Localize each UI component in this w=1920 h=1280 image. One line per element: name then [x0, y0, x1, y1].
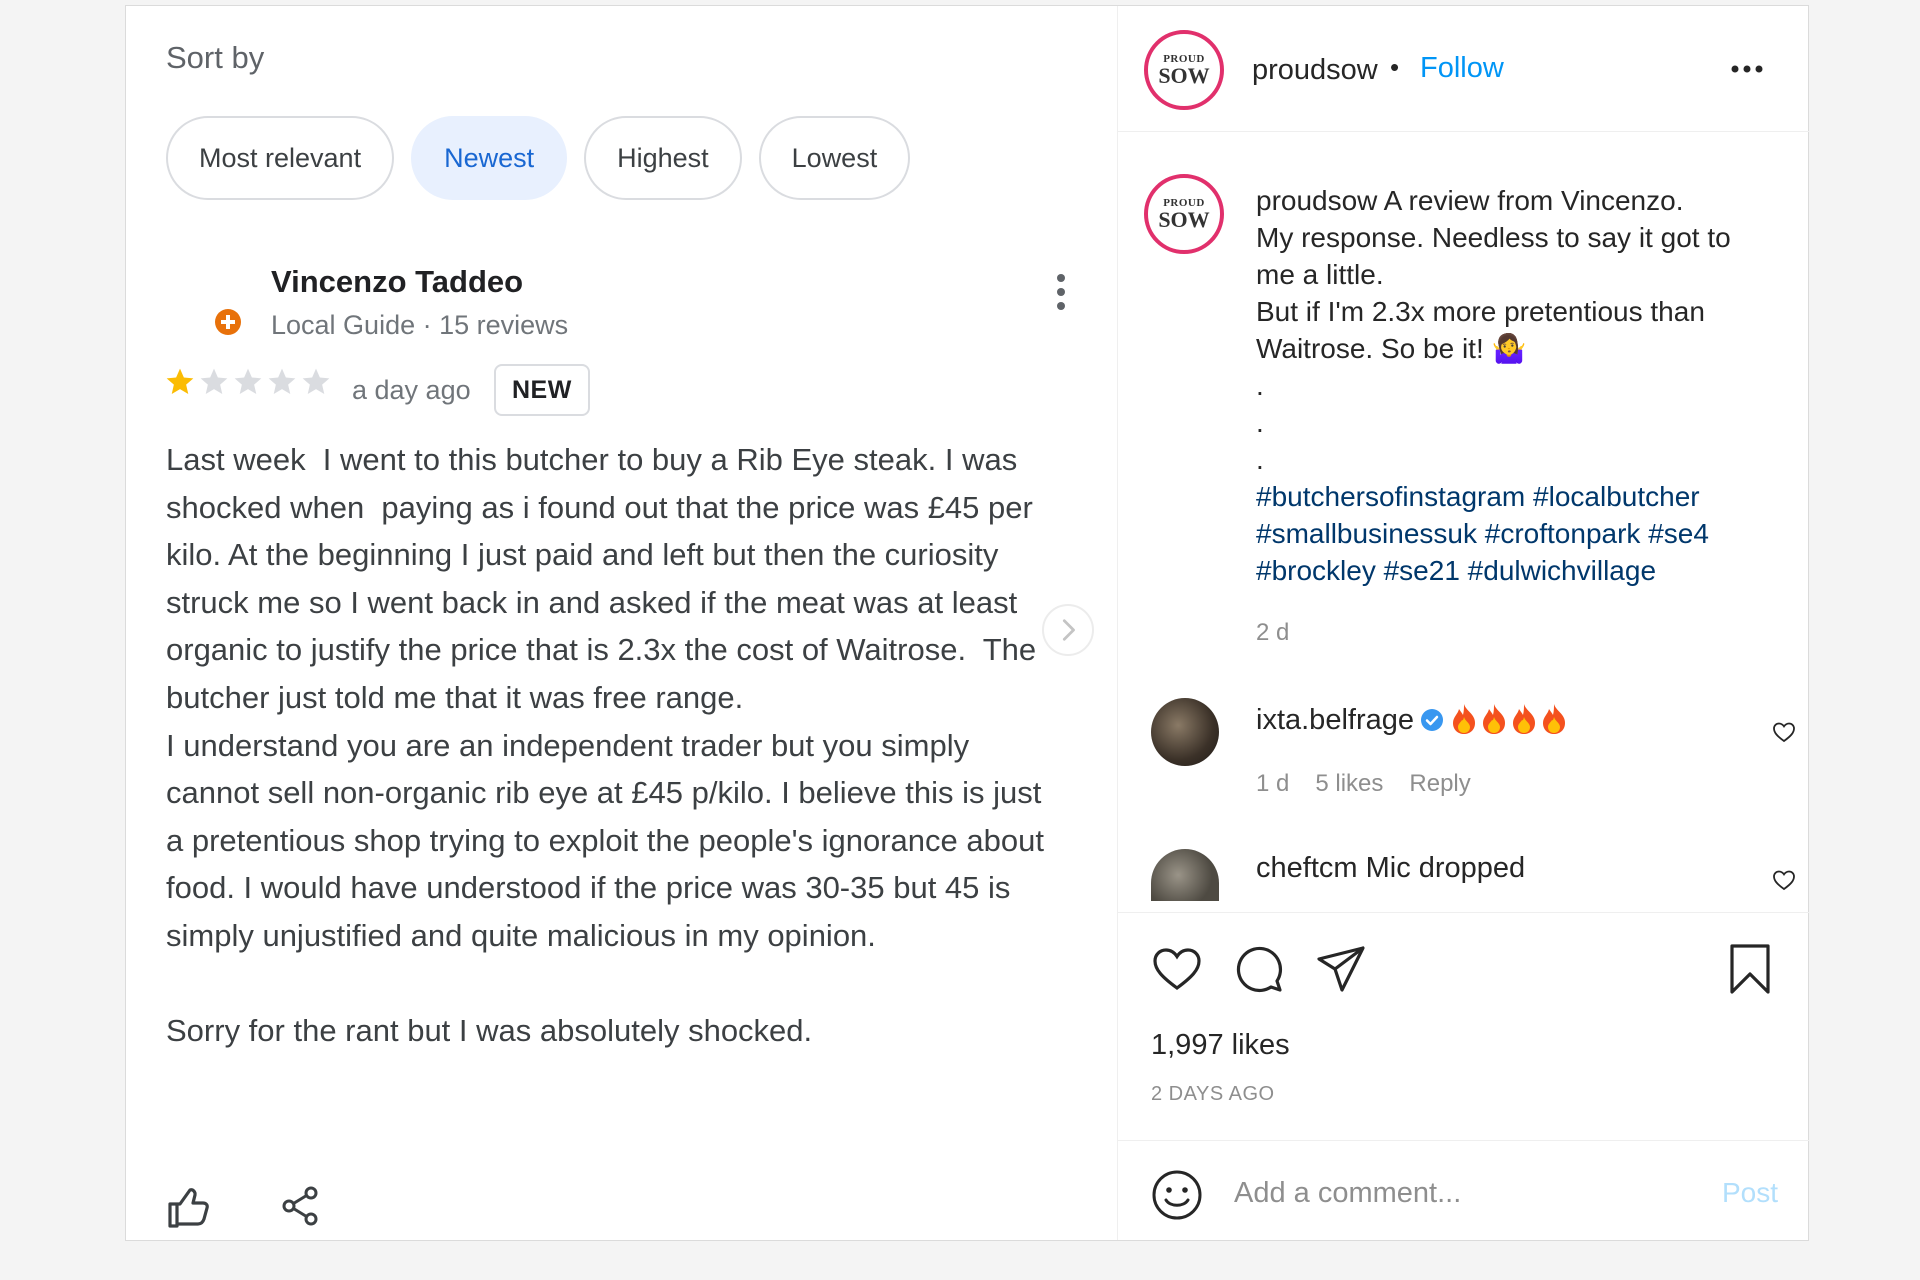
header-username[interactable]: proudsow [1252, 54, 1378, 87]
more-vert-icon[interactable] [1056, 272, 1066, 312]
local-guide-icon [215, 309, 241, 335]
chip-newest[interactable]: Newest [411, 116, 568, 200]
comment: cheftcm Mic dropped [1256, 852, 1525, 885]
heart-icon[interactable] [1772, 868, 1796, 892]
chip-lowest[interactable]: Lowest [758, 116, 911, 200]
caption-hashtags[interactable]: #butchersofinstagram #localbutcher #smal… [1256, 481, 1717, 586]
avatar[interactable]: PROUD SOW [1144, 30, 1224, 110]
header-separator: • [1390, 52, 1400, 82]
heart-icon[interactable] [1772, 720, 1796, 744]
share-icon[interactable] [280, 1186, 320, 1226]
comment-avatar[interactable] [1151, 698, 1219, 766]
comment-text: Mic dropped [1365, 852, 1526, 884]
thumb-up-icon[interactable] [166, 1186, 210, 1230]
comment: ixta.belfrage [1256, 703, 1568, 737]
caption: proudsow A review from Vincenzo. My resp… [1256, 182, 1776, 589]
action-bar: 1,997 likes 2 DAYS AGO [1118, 912, 1809, 1141]
caption-avatar[interactable]: PROUD SOW [1144, 174, 1224, 254]
reviewer-meta: Local Guide · 15 reviews [271, 310, 569, 340]
post-timestamp: 2 DAYS AGO [1151, 1083, 1275, 1105]
post-container: Sort by Most relevant Newest Highest Low… [125, 5, 1809, 1241]
verified-icon [1421, 709, 1443, 731]
likes-count[interactable]: 1,997 likes [1151, 1029, 1290, 1062]
star-icon-empty [234, 368, 262, 394]
smile-icon[interactable] [1151, 1169, 1203, 1221]
avatar-logo-main: SOW [1158, 206, 1210, 232]
review-text: Last week I went to this butcher to buy … [166, 442, 1044, 1049]
avatar-logo-main: SOW [1158, 62, 1210, 88]
reviewer-name[interactable]: Vincenzo Taddeo [271, 264, 523, 300]
star-icon-empty [200, 368, 228, 394]
sort-chips: Most relevant Newest Highest Lowest [166, 116, 911, 200]
comment-avatar[interactable] [1151, 849, 1219, 901]
chip-most-relevant[interactable]: Most relevant [166, 116, 395, 200]
comment-icon[interactable] [1233, 943, 1285, 995]
post-comment-button[interactable]: Post [1722, 1177, 1778, 1209]
comment-input[interactable] [1232, 1167, 1706, 1219]
fire-emoji-group [1448, 704, 1568, 736]
comment-username[interactable]: cheftcm [1256, 852, 1358, 884]
review-image: Sort by Most relevant Newest Highest Low… [126, 6, 1118, 1240]
comment-meta: 1 d 5 likes Reply [1256, 770, 1471, 798]
add-comment-bar: Post [1118, 1140, 1809, 1243]
comment-username[interactable]: ixta.belfrage [1256, 704, 1414, 736]
comment-reply-button[interactable]: Reply [1409, 770, 1470, 798]
sort-by-label: Sort by [166, 40, 265, 75]
more-horiz-icon[interactable] [1730, 64, 1764, 74]
caption-text: A review from Vincenzo. My response. Nee… [1256, 185, 1731, 475]
caption-time: 2 d [1256, 619, 1290, 646]
star-icon-empty [268, 368, 296, 394]
chevron-right-icon[interactable] [1042, 604, 1094, 656]
caption-username[interactable]: proudsow [1256, 185, 1377, 216]
fire-icon [1483, 704, 1505, 734]
instagram-side-pane: PROUD SOW proudsow • Follow PROUD SOW pr… [1117, 6, 1809, 1240]
chip-highest[interactable]: Highest [584, 116, 742, 200]
comment-likes[interactable]: 5 likes [1315, 770, 1383, 798]
fire-icon [1513, 704, 1535, 734]
follow-button[interactable]: Follow [1420, 52, 1504, 85]
new-badge: NEW [494, 364, 590, 416]
star-rating [164, 366, 332, 398]
fire-icon [1543, 704, 1565, 734]
heart-icon[interactable] [1151, 943, 1203, 995]
bookmark-icon[interactable] [1724, 943, 1776, 995]
star-icon-empty [302, 368, 330, 394]
review-date: a day ago [352, 375, 471, 405]
fire-icon [1453, 704, 1475, 734]
send-icon[interactable] [1315, 943, 1367, 995]
post-header: PROUD SOW proudsow • Follow [1118, 6, 1809, 132]
star-icon-filled [166, 368, 194, 394]
comment-time: 1 d [1256, 770, 1290, 797]
